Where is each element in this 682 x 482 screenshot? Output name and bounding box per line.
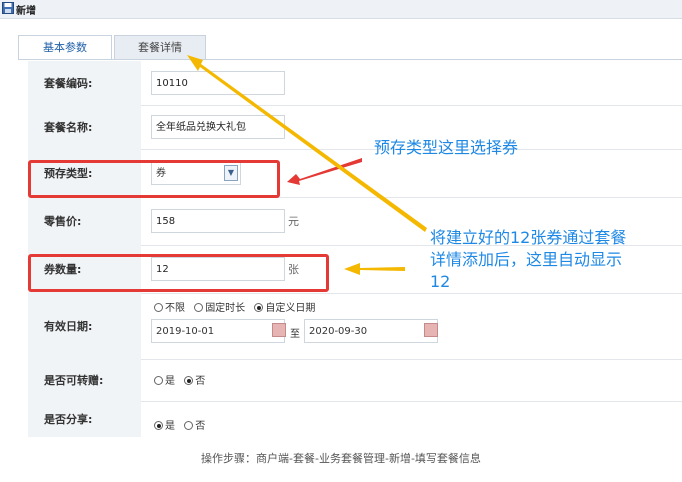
annotation-prestore-type: 预存类型这里选择券 [374,138,519,157]
window-titlebar: 新增 [0,0,682,19]
arrow-to-coupon-count [344,263,405,275]
save-icon [2,2,14,14]
caption: 操作步骤：商户端-套餐-业务套餐管理-新增-填写套餐信息 [201,452,481,465]
annotation-coupon-line1: 将建立好的12张券通过套餐 [430,228,627,247]
annotation-coupon-line3: 12 [430,272,451,291]
window-title: 新增 [16,6,36,17]
dialog-body: 基本参数 套餐详情 套餐编码: 10110 套餐名称: 全年纸品兑换大礼包 预存… [0,19,682,437]
annotation-coupon-line2: 详情添加后，这里自动显示 [430,250,623,269]
arrow-to-prestore-type [287,158,362,185]
